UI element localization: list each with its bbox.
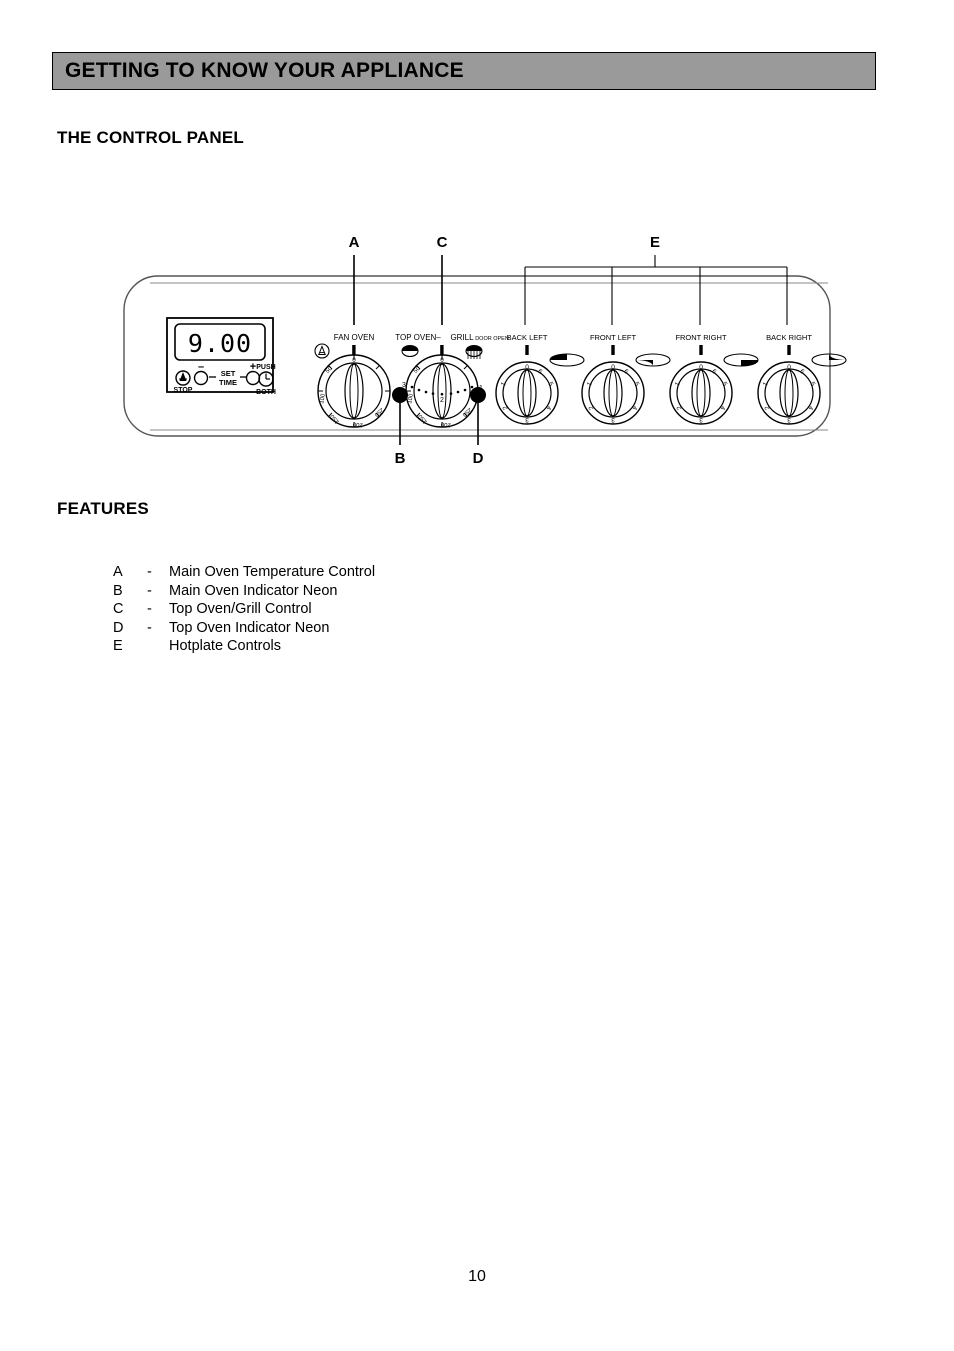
feature-dash: - bbox=[147, 601, 152, 617]
feature-dash: - bbox=[147, 582, 152, 599]
list-item: B - Main Oven Indicator Neon bbox=[113, 582, 375, 601]
feature-key: D bbox=[113, 619, 124, 636]
grill-mark-1: 1 bbox=[479, 385, 483, 392]
feature-desc: Hotplate Controls bbox=[169, 638, 282, 654]
feature-dash bbox=[147, 637, 169, 656]
feature-desc: Top Oven/Grill Control bbox=[169, 601, 312, 617]
feature-key: C bbox=[113, 601, 124, 617]
knob-back-left-label: BACK LEFT bbox=[507, 333, 548, 342]
list-item: A - Main Oven Temperature Control bbox=[113, 563, 375, 582]
timer-module[interactable]: 9.00 STOP – SET TIME + PUSH BOTH bbox=[166, 317, 276, 396]
page-title: GETTING TO KNOW YOUR APPLIANCE bbox=[65, 59, 464, 82]
feature-dash: - bbox=[147, 619, 152, 636]
knob-door-open-note: DOOR OPEN bbox=[475, 336, 509, 342]
timer-time-label: TIME bbox=[219, 378, 237, 387]
timer-both-label: BOTH bbox=[256, 389, 276, 396]
list-item: E Hotplate Controls bbox=[113, 637, 375, 656]
timer-set-label: SET bbox=[221, 369, 236, 378]
knob-fan-oven-label: FAN OVEN bbox=[334, 333, 375, 342]
feature-key: A bbox=[113, 564, 123, 580]
feature-desc: Main Oven Temperature Control bbox=[169, 564, 376, 580]
callout-d-label: D bbox=[473, 450, 484, 467]
features-list: A - Main Oven Temperature Control B - Ma… bbox=[113, 563, 375, 656]
callout-c-label: C bbox=[437, 234, 448, 251]
svg-text:200: 200 bbox=[352, 421, 363, 428]
feature-key: E bbox=[113, 638, 123, 654]
knob-back-right-label: BACK RIGHT bbox=[766, 333, 812, 342]
control-panel-diagram: A C E B D 9.00 STOP – SET TIME + PUSH BO… bbox=[0, 205, 954, 480]
svg-text:0: 0 bbox=[787, 364, 791, 371]
timer-display-value: 9.00 bbox=[188, 329, 252, 358]
list-item: D - Top Oven Indicator Neon bbox=[113, 619, 375, 638]
knob-front-left-label: FRONT LEFT bbox=[590, 333, 637, 342]
svg-text:0: 0 bbox=[525, 364, 529, 371]
timer-push-label: PUSH bbox=[256, 364, 275, 371]
knob-top-oven-label: TOP OVEN– bbox=[395, 333, 441, 342]
timer-stop-label: STOP bbox=[174, 387, 193, 394]
section-banner: GETTING TO KNOW YOUR APPLIANCE bbox=[52, 52, 876, 90]
callout-b-label: B bbox=[395, 450, 406, 467]
svg-text:3: 3 bbox=[699, 416, 703, 423]
callout-a-label: A bbox=[349, 234, 360, 251]
knob-front-right-label: FRONT RIGHT bbox=[675, 333, 727, 342]
svg-text:3: 3 bbox=[611, 416, 615, 423]
feature-key: B bbox=[113, 582, 123, 599]
svg-text:3: 3 bbox=[787, 416, 791, 423]
svg-text:0: 0 bbox=[699, 364, 703, 371]
heading-features: FEATURES bbox=[57, 499, 149, 518]
feature-desc: Main Oven Indicator Neon bbox=[169, 582, 338, 599]
page-number: 10 bbox=[468, 1268, 486, 1285]
knob-grill-label: GRILL bbox=[450, 333, 474, 342]
svg-text:3: 3 bbox=[525, 416, 529, 423]
grill-element-icon bbox=[465, 344, 483, 359]
list-item: C - Top Oven/Grill Control bbox=[113, 600, 375, 619]
feature-dash: - bbox=[147, 564, 152, 580]
callout-e-label: E bbox=[650, 234, 660, 251]
feature-desc: Top Oven Indicator Neon bbox=[169, 619, 330, 636]
grill-mark-2: 2 bbox=[440, 397, 444, 404]
grill-mark-3: 3 bbox=[402, 382, 406, 389]
heading-the-control-panel: THE CONTROL PANEL bbox=[57, 128, 244, 147]
svg-text:200: 200 bbox=[440, 421, 451, 428]
svg-text:0: 0 bbox=[611, 364, 615, 371]
